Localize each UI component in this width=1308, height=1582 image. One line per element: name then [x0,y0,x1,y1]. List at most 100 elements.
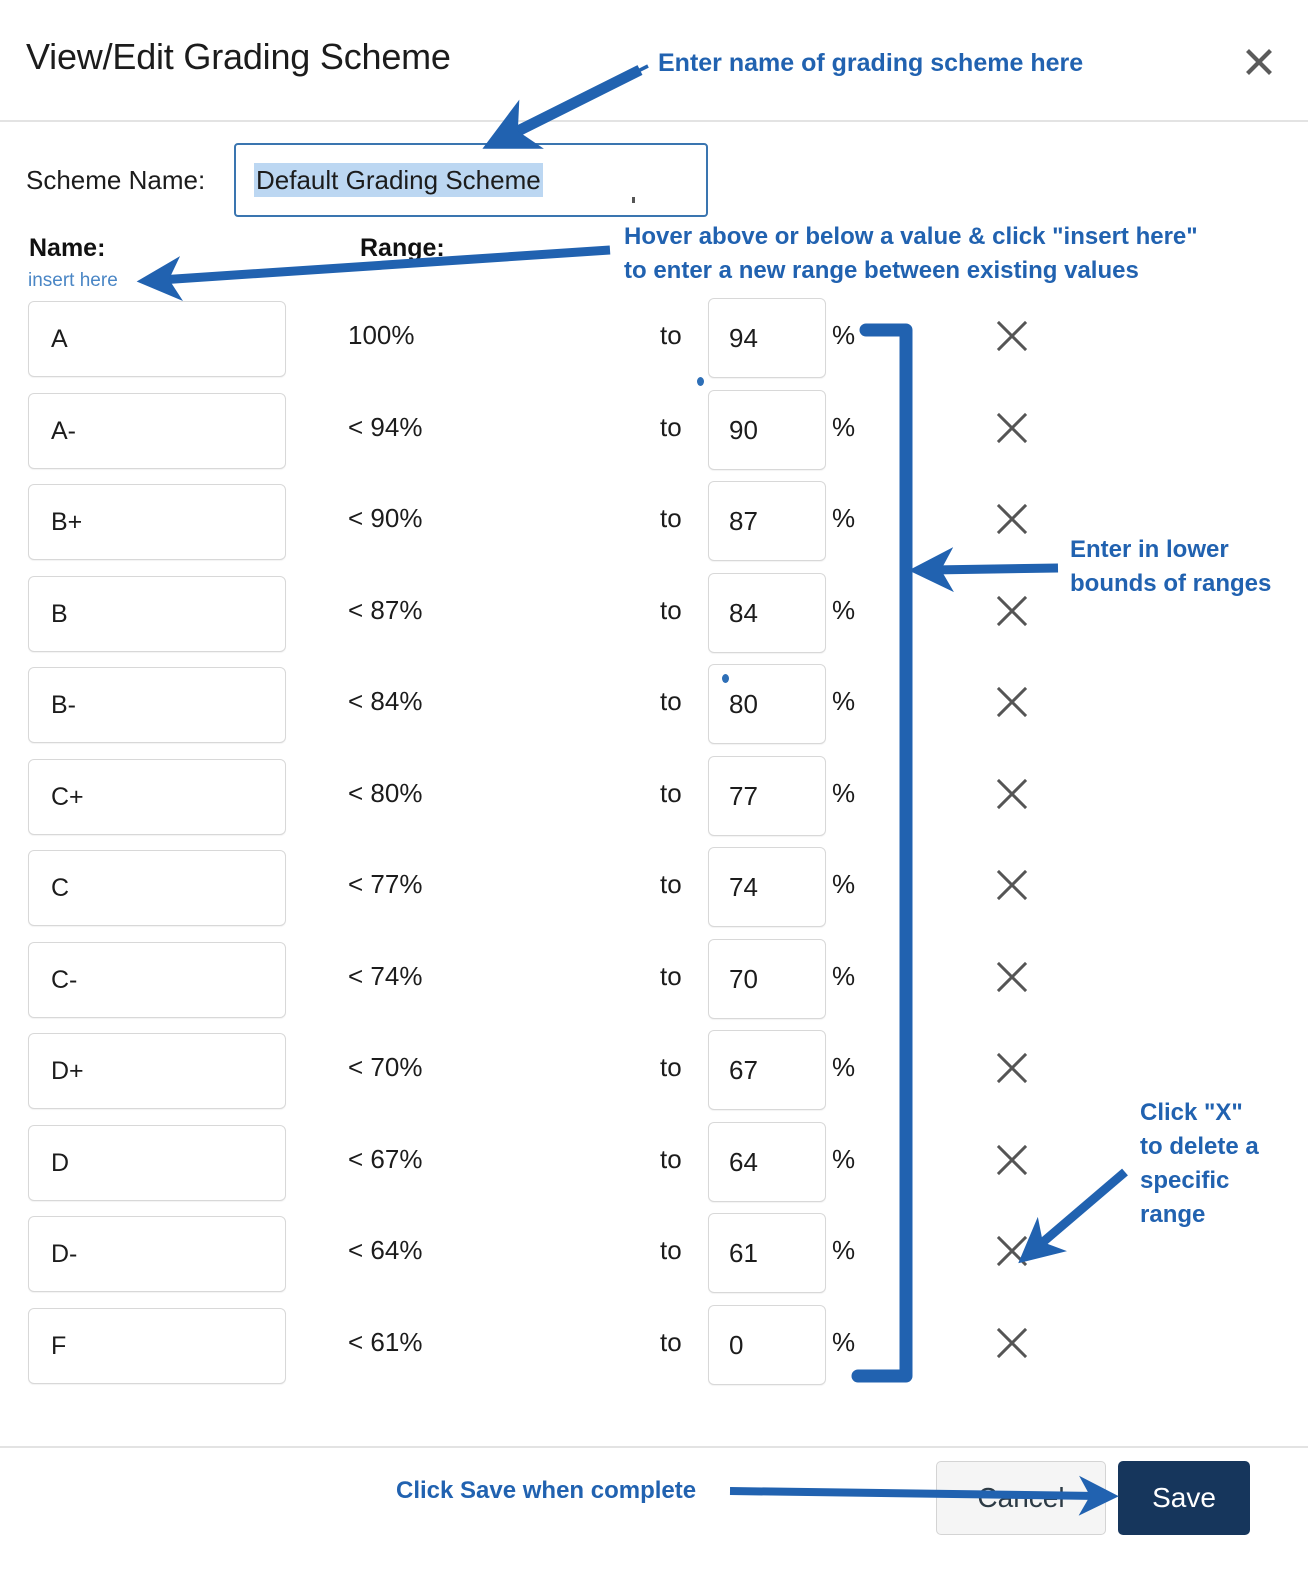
table-row: B- < 84% to 80% [0,664,1308,756]
delete-range-icon[interactable] [996,686,1028,718]
cursor-dot [697,377,704,386]
grade-name-input[interactable]: D+ [28,1033,286,1109]
grade-name-input[interactable]: D [28,1124,286,1201]
annotation-insert-here: Hover above or below a value & click "in… [624,223,1198,285]
to-label: to [660,320,682,350]
to-label: to [660,1326,682,1357]
to-label: to [660,1052,682,1082]
delete-range-icon[interactable] [996,1235,1028,1267]
lower-bound-input[interactable]: 61 [708,1213,826,1293]
page-title: View/Edit Grading Scheme [26,36,451,77]
table-row: D < 67% to 64% [0,1121,1308,1214]
scheme-name-value: Default Grading Scheme [254,163,543,197]
text-caret [632,197,635,203]
dialog-header: View/Edit Grading Scheme [0,0,1308,122]
grade-name-input[interactable]: A [28,301,286,377]
cancel-button[interactable]: Cancel [936,1461,1106,1535]
delete-range-icon[interactable] [996,1144,1028,1176]
delete-range-icon[interactable] [996,412,1028,444]
range-upper-bound: < 77% [348,869,423,899]
range-upper-bound: < 84% [348,686,423,716]
table-row: B < 87% to 84% [0,572,1308,665]
grade-name-input[interactable]: A- [28,392,286,469]
to-label: to [660,1143,682,1174]
percent-sign: % [832,1326,856,1357]
grade-name-input[interactable]: B+ [28,484,286,560]
lower-bound-input[interactable]: 67 [708,1030,826,1110]
table-row: C+ < 80% to 77% [0,755,1308,848]
range-upper-bound: < 61% [348,1326,423,1357]
range-upper-bound: < 64% [348,1235,423,1265]
grade-name-input[interactable]: C [28,850,286,926]
column-header-name: Name: [29,234,106,262]
grade-name-input[interactable]: D- [28,1216,286,1292]
delete-range-icon[interactable] [996,503,1028,535]
range-upper-bound: < 70% [348,1052,423,1082]
delete-range-icon[interactable] [996,869,1028,901]
grade-name-input[interactable]: B [28,575,286,652]
save-button[interactable]: Save [1118,1461,1250,1535]
percent-sign: % [832,320,856,350]
percent-sign: % [832,777,856,808]
lower-bound-input[interactable]: 77 [708,755,826,836]
percent-sign: % [832,1052,856,1082]
range-upper-bound: < 80% [348,777,423,808]
grading-rows: A 100% to 94% A- < 94% to 90% B+ < 90% to 87% B < 87%… [0,298,1308,1396]
close-icon[interactable] [1240,43,1278,81]
lower-bound-input[interactable]: 0 [708,1304,826,1385]
to-label: to [660,869,682,899]
table-row: A 100% to 94% [0,298,1308,390]
percent-sign: % [832,1235,856,1265]
delete-range-icon[interactable] [996,961,1028,993]
percent-sign: % [832,960,856,991]
insert-here-link[interactable]: insert here [28,270,118,292]
lower-bound-input[interactable]: 74 [708,847,826,927]
cursor-dot [722,674,729,683]
column-header-range: Range: [360,234,445,262]
table-row: D- < 64% to 61% [0,1213,1308,1305]
range-upper-bound: < 67% [348,1143,423,1174]
table-row: B+ < 90% to 87% [0,481,1308,573]
to-label: to [660,411,682,442]
grade-name-input[interactable]: B- [28,667,286,743]
range-upper-bound: < 90% [348,503,423,533]
delete-range-icon[interactable] [996,1052,1028,1084]
grade-name-input[interactable]: C+ [28,758,286,835]
delete-range-icon[interactable] [996,320,1028,352]
percent-sign: % [832,686,856,716]
percent-sign: % [832,503,856,533]
range-upper-bound: < 94% [348,411,423,442]
delete-range-icon[interactable] [996,778,1028,810]
range-upper-bound: < 87% [348,594,423,625]
lower-bound-input[interactable]: 64 [708,1121,826,1202]
scheme-name-label: Scheme Name: [26,165,206,195]
percent-sign: % [832,1143,856,1174]
to-label: to [660,503,682,533]
scheme-name-input[interactable]: Default Grading Scheme [234,143,708,217]
delete-range-icon[interactable] [996,595,1028,627]
range-upper-bound: < 74% [348,960,423,991]
lower-bound-input[interactable]: 94 [708,298,826,378]
table-row: C- < 74% to 70% [0,938,1308,1031]
table-row: D+ < 70% to 67% [0,1030,1308,1122]
lower-bound-input[interactable]: 87 [708,481,826,561]
table-row: A- < 94% to 90% [0,389,1308,482]
footer-divider [0,1446,1308,1448]
range-upper-bound: 100% [348,320,415,350]
lower-bound-input[interactable]: 70 [708,938,826,1019]
to-label: to [660,960,682,991]
table-row: F < 61% to 0% [0,1304,1308,1397]
to-label: to [660,1235,682,1265]
delete-range-icon[interactable] [996,1327,1028,1359]
to-label: to [660,686,682,716]
grade-name-input[interactable]: F [28,1307,286,1384]
percent-sign: % [832,869,856,899]
lower-bound-input[interactable]: 84 [708,572,826,653]
grade-name-input[interactable]: C- [28,941,286,1018]
percent-sign: % [832,411,856,442]
percent-sign: % [832,594,856,625]
table-row: C < 77% to 74% [0,847,1308,939]
lower-bound-input[interactable]: 90 [708,389,826,470]
annotation-save: Click Save when complete [396,1477,697,1504]
to-label: to [660,594,682,625]
